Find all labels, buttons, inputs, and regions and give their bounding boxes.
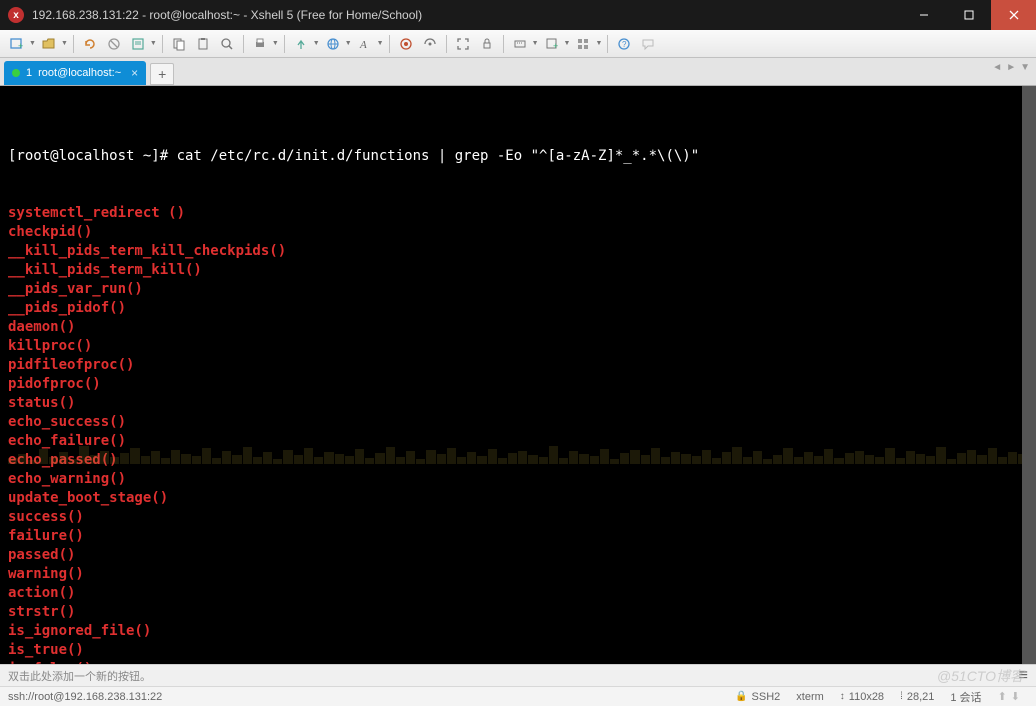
session-tabbar: 1 root@localhost:~ × + ◄ ► ▼ — [0, 58, 1036, 86]
hamburger-icon[interactable]: ≡ — [1019, 667, 1028, 685]
terminal-output-line: checkpid() — [8, 223, 1028, 242]
reconnect-button[interactable] — [79, 33, 101, 55]
terminal-view[interactable]: [root@localhost ~]# cat /etc/rc.d/init.d… — [0, 86, 1036, 664]
svg-text:?: ? — [622, 40, 627, 49]
terminal-output-line: strstr() — [8, 603, 1028, 622]
terminal-output-line: __kill_pids_term_kill_checkpids() — [8, 242, 1028, 261]
up-arrow-icon[interactable]: ⬆ — [998, 690, 1007, 703]
terminal-output-line: __pids_var_run() — [8, 280, 1028, 299]
terminal-output-line: passed() — [8, 546, 1028, 565]
terminal-output-line: warning() — [8, 565, 1028, 584]
tab-next-button[interactable]: ► — [1006, 62, 1016, 73]
main-toolbar: +▼ ▼ ▼ ▼ ▼ ▼ A▼ ▼ +▼ ▼ ? — [0, 30, 1036, 58]
terminal-output-line: action() — [8, 584, 1028, 603]
connection-string: ssh://root@192.168.238.131:22 — [8, 691, 727, 703]
svg-text:+: + — [553, 41, 558, 51]
terminal-scrollbar[interactable] — [1022, 86, 1036, 664]
tab-index: 1 — [26, 67, 32, 79]
status-bar: ssh://root@192.168.238.131:22 🔒 SSH2 xter… — [0, 686, 1036, 706]
maximize-button[interactable] — [946, 0, 991, 30]
terminal-output-line: __kill_pids_term_kill() — [8, 261, 1028, 280]
lang-button[interactable] — [322, 33, 344, 55]
terminal-output-line: is_true() — [8, 641, 1028, 660]
cursor-pos-icon: ⁞ — [900, 691, 903, 702]
disconnect-button[interactable] — [103, 33, 125, 55]
layout-button[interactable] — [572, 33, 594, 55]
term-size: 110x28 — [849, 691, 884, 703]
terminal-output-line: update_boot_stage() — [8, 489, 1028, 508]
hint-text: 双击此处添加一个新的按钮。 — [8, 668, 151, 684]
terminal-output-line: failure() — [8, 527, 1028, 546]
size-icon: ↕ — [840, 691, 845, 702]
terminal-output-line: killproc() — [8, 337, 1028, 356]
tab-label: root@localhost:~ — [38, 67, 121, 79]
terminal-output-line: is_ignored_file() — [8, 622, 1028, 641]
find-button[interactable] — [216, 33, 238, 55]
font-button[interactable]: A — [354, 33, 376, 55]
window-title: 192.168.238.131:22 - root@localhost:~ - … — [32, 8, 901, 22]
minimize-button[interactable] — [901, 0, 946, 30]
tab-list-button[interactable]: ▼ — [1020, 62, 1030, 73]
open-button[interactable] — [38, 33, 60, 55]
tab-prev-button[interactable]: ◄ — [992, 62, 1002, 73]
cursor-pos: 28,21 — [907, 691, 935, 703]
help-button[interactable]: ? — [613, 33, 635, 55]
app-icon: x — [8, 7, 24, 23]
window-titlebar: x 192.168.238.131:22 - root@localhost:~ … — [0, 0, 1036, 30]
lock-button[interactable] — [476, 33, 498, 55]
lock-icon: 🔒 — [735, 691, 747, 702]
session-tab-active[interactable]: 1 root@localhost:~ × — [4, 61, 146, 85]
keyboard-button[interactable] — [509, 33, 531, 55]
paste-button[interactable] — [192, 33, 214, 55]
transfer-button[interactable] — [290, 33, 312, 55]
properties-button[interactable] — [127, 33, 149, 55]
terminal-output-line: echo_failure() — [8, 432, 1028, 451]
terminal-output-line: echo_warning() — [8, 470, 1028, 489]
sessions-count: 1 会话 — [950, 689, 981, 705]
terminal-output-line: status() — [8, 394, 1028, 413]
protocol: SSH2 — [752, 691, 781, 703]
xagent-button[interactable] — [395, 33, 417, 55]
command-text: cat /etc/rc.d/init.d/functions | grep -E… — [177, 148, 700, 164]
xftp-button[interactable] — [419, 33, 441, 55]
copy-button[interactable] — [168, 33, 190, 55]
terminal-output-line: echo_passed() — [8, 451, 1028, 470]
close-button[interactable] — [991, 0, 1036, 30]
tab-close-icon[interactable]: × — [131, 66, 138, 80]
add-button[interactable]: + — [541, 33, 563, 55]
new-session-button[interactable]: + — [6, 33, 28, 55]
terminal-output-line: __pids_pidof() — [8, 299, 1028, 318]
terminal-output-line: pidofproc() — [8, 375, 1028, 394]
connected-indicator-icon — [12, 69, 20, 77]
feedback-button[interactable] — [637, 33, 659, 55]
down-arrow-icon[interactable]: ⬇ — [1011, 690, 1020, 703]
terminal-output-line: systemctl_redirect () — [8, 204, 1028, 223]
terminal-command-line: [root@localhost ~]# cat /etc/rc.d/init.d… — [8, 147, 1028, 166]
window-controls — [901, 0, 1036, 30]
svg-text:A: A — [359, 39, 367, 51]
prompt: [root@localhost ~]# — [8, 148, 177, 164]
fullscreen-button[interactable] — [452, 33, 474, 55]
quick-command-bar[interactable]: 双击此处添加一个新的按钮。 ≡ — [0, 664, 1036, 686]
term-type: xterm — [796, 691, 824, 703]
svg-text:+: + — [18, 41, 23, 51]
terminal-output-line: daemon() — [8, 318, 1028, 337]
terminal-output-line: success() — [8, 508, 1028, 527]
new-tab-button[interactable]: + — [150, 63, 174, 85]
print-button[interactable] — [249, 33, 271, 55]
terminal-output: systemctl_redirect ()checkpid()__kill_pi… — [8, 204, 1028, 664]
terminal-output-line: pidfileofproc() — [8, 356, 1028, 375]
terminal-output-line: echo_success() — [8, 413, 1028, 432]
